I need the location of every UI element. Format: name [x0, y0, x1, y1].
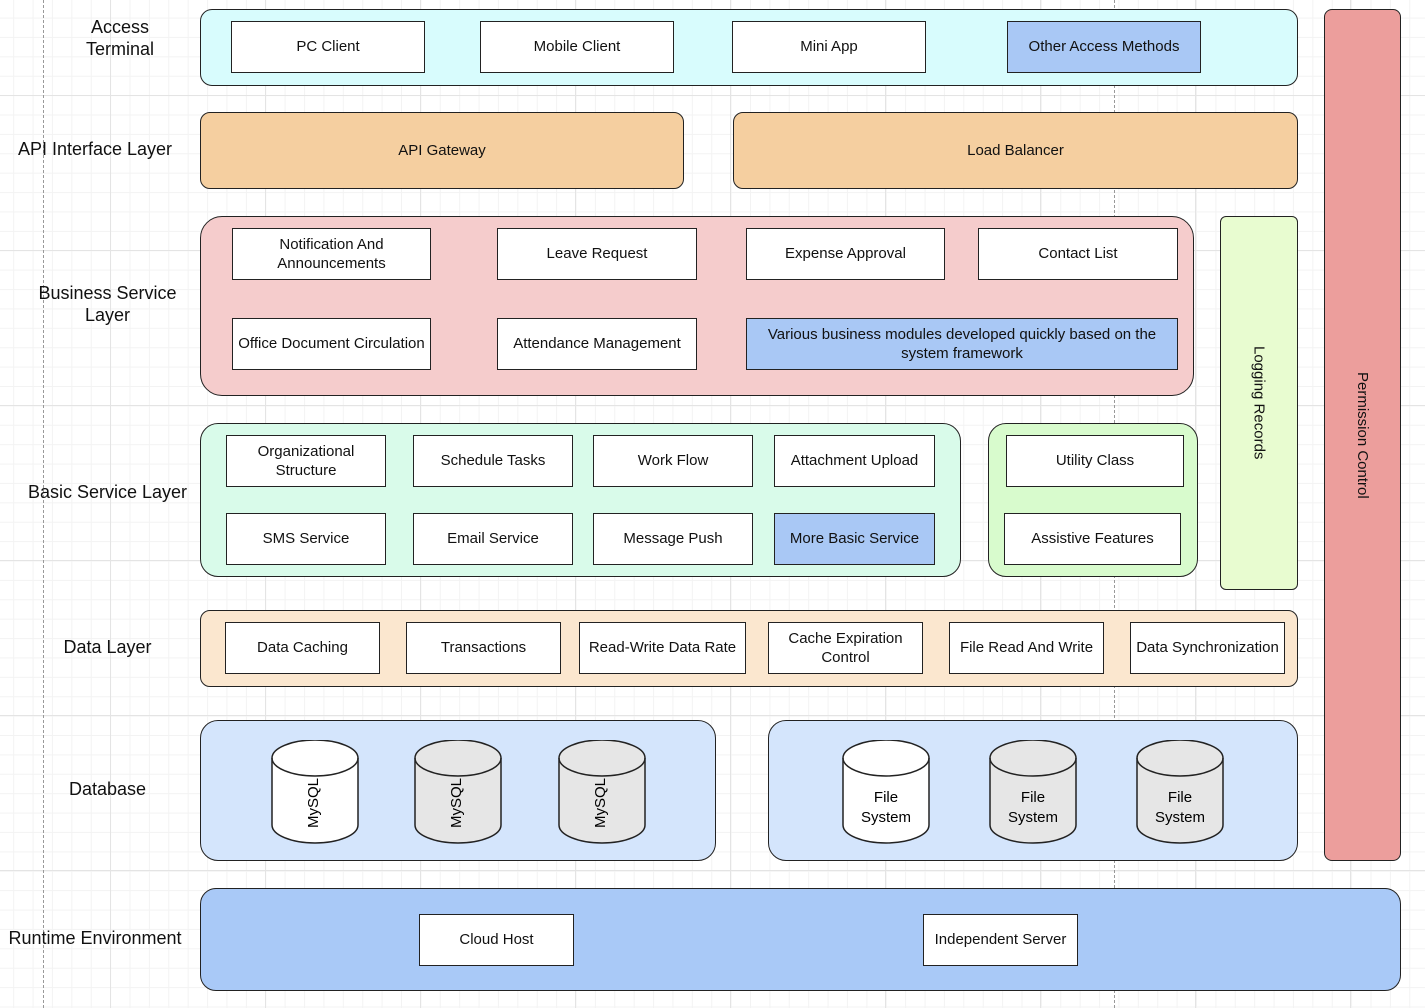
- data-synchronization[interactable]: Data Synchronization: [1130, 622, 1285, 674]
- file-system-storage[interactable]: File System: [842, 740, 930, 844]
- contact-list[interactable]: Contact List: [978, 228, 1178, 280]
- layer-label-data: Data Layer: [63, 637, 152, 658]
- runtime-group: [200, 888, 1401, 991]
- mysql-database[interactable]: MySQL: [414, 740, 502, 844]
- cylinder-label: MySQL: [448, 778, 465, 829]
- cloud-host[interactable]: Cloud Host: [419, 914, 574, 966]
- cylinder-label: File System: [860, 789, 911, 826]
- other-access-methods[interactable]: Other Access Methods: [1007, 21, 1201, 73]
- expense-approval[interactable]: Expense Approval: [746, 228, 945, 280]
- email-service[interactable]: Email Service: [413, 513, 573, 565]
- office-document-circulation[interactable]: Office Document Circulation: [232, 318, 431, 370]
- file-system-storage[interactable]: File System: [1136, 740, 1224, 844]
- api-gateway[interactable]: API Gateway: [200, 112, 684, 189]
- layer-label-basic: Basic Service Layer: [27, 482, 188, 503]
- cylinder-label: MySQL: [305, 778, 322, 829]
- read-write-data-rate[interactable]: Read-Write Data Rate: [579, 622, 746, 674]
- more-basic-service[interactable]: More Basic Service: [774, 513, 935, 565]
- load-balancer[interactable]: Load Balancer: [733, 112, 1298, 189]
- utility-class[interactable]: Utility Class: [1006, 435, 1184, 487]
- transactions[interactable]: Transactions: [406, 622, 561, 674]
- various-business-modules[interactable]: Various business modules developed quick…: [746, 318, 1178, 370]
- assistive-features[interactable]: Assistive Features: [1004, 513, 1181, 565]
- cylinder-label: MySQL: [592, 778, 609, 829]
- attachment-upload[interactable]: Attachment Upload: [774, 435, 935, 487]
- logging-records[interactable]: Logging Records: [1220, 216, 1298, 590]
- permission-control[interactable]: Permission Control: [1324, 9, 1401, 861]
- leave-request[interactable]: Leave Request: [497, 228, 697, 280]
- pc-client[interactable]: PC Client: [231, 21, 425, 73]
- file-system-storage[interactable]: File System: [989, 740, 1077, 844]
- cylinder-label: File System: [1154, 789, 1205, 826]
- schedule-tasks[interactable]: Schedule Tasks: [413, 435, 573, 487]
- sms-service[interactable]: SMS Service: [226, 513, 386, 565]
- attendance-management[interactable]: Attendance Management: [497, 318, 697, 370]
- layer-label-business: Business Service Layer: [38, 283, 177, 325]
- file-read-write[interactable]: File Read And Write: [949, 622, 1104, 674]
- mini-app[interactable]: Mini App: [732, 21, 926, 73]
- cache-expiration-control[interactable]: Cache Expiration Control: [768, 622, 923, 674]
- message-push[interactable]: Message Push: [593, 513, 753, 565]
- cylinder-label: File System: [1007, 789, 1058, 826]
- layer-label-access: Access Terminal: [85, 17, 155, 59]
- layer-label-database: Database: [68, 779, 147, 800]
- mysql-database[interactable]: MySQL: [558, 740, 646, 844]
- mysql-database[interactable]: MySQL: [271, 740, 359, 844]
- organizational-structure[interactable]: Organizational Structure: [226, 435, 386, 487]
- independent-server[interactable]: Independent Server: [923, 914, 1078, 966]
- mobile-client[interactable]: Mobile Client: [480, 21, 674, 73]
- notification-announcements[interactable]: Notification And Announcements: [232, 228, 431, 280]
- layer-label-runtime: Runtime Environment: [8, 928, 182, 949]
- work-flow[interactable]: Work Flow: [593, 435, 753, 487]
- data-caching[interactable]: Data Caching: [225, 622, 380, 674]
- layer-label-api: API Interface Layer: [17, 139, 173, 160]
